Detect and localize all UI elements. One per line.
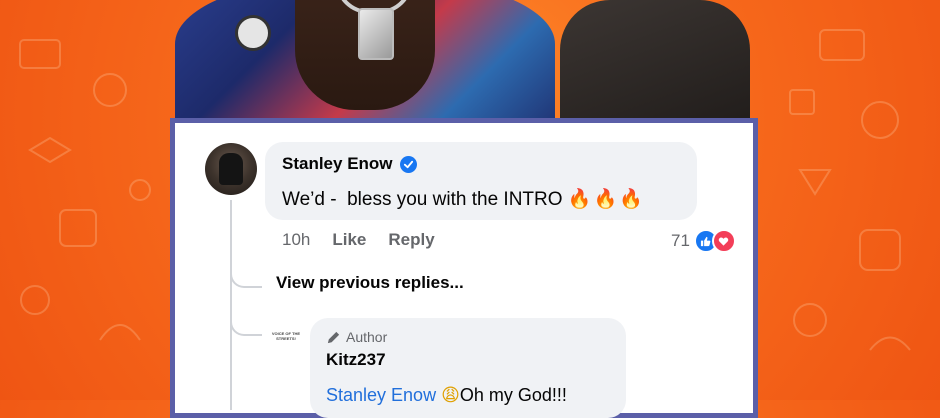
header-photo [165, 0, 755, 135]
author-badge: Author [326, 329, 387, 345]
thread-connector [230, 310, 262, 336]
author-badge-label: Author [346, 329, 388, 345]
comment-actions: 10h Like Reply [282, 230, 457, 250]
verified-badge-icon [399, 155, 417, 173]
person-photo-left [175, 0, 555, 135]
comment-text: We’d - bless you with the INTRO 🔥🔥🔥 [282, 187, 645, 211]
view-previous-replies-link[interactable]: View previous replies... [276, 273, 464, 293]
reply-author-avatar[interactable]: VOICE OF THE STREETS! [271, 321, 301, 351]
pendant-image [358, 8, 394, 60]
watch-image [235, 15, 271, 51]
comment-author-name[interactable]: Stanley Enow [282, 154, 393, 174]
thread-connector [230, 262, 262, 288]
fire-emoji-icon: 🔥🔥🔥 [567, 188, 645, 210]
comment-author-row: Stanley Enow [282, 153, 417, 175]
reply-body: Oh my God!!! [459, 385, 567, 405]
reply-text: Stanley Enow 😩Oh my God!!! [326, 385, 567, 406]
reactions-summary[interactable]: 71 [671, 229, 736, 253]
person-photo-right [560, 0, 750, 135]
reaction-count: 71 [671, 231, 690, 250]
avatar-logo-text: VOICE OF THE STREETS! [271, 331, 301, 341]
reply-author-name[interactable]: Kitz237 [326, 350, 386, 370]
mention-link[interactable]: Stanley Enow [326, 385, 436, 405]
like-button[interactable]: Like [332, 230, 366, 250]
reply-button[interactable]: Reply [388, 230, 434, 250]
avatar[interactable] [205, 143, 257, 195]
love-reaction-icon [711, 229, 736, 253]
comment-body: We’d - bless you with the INTRO [282, 189, 568, 210]
comment-timestamp[interactable]: 10h [282, 230, 310, 250]
pen-icon [327, 331, 340, 343]
thread-line [230, 200, 232, 410]
weary-face-emoji-icon: 😩 [441, 385, 460, 406]
